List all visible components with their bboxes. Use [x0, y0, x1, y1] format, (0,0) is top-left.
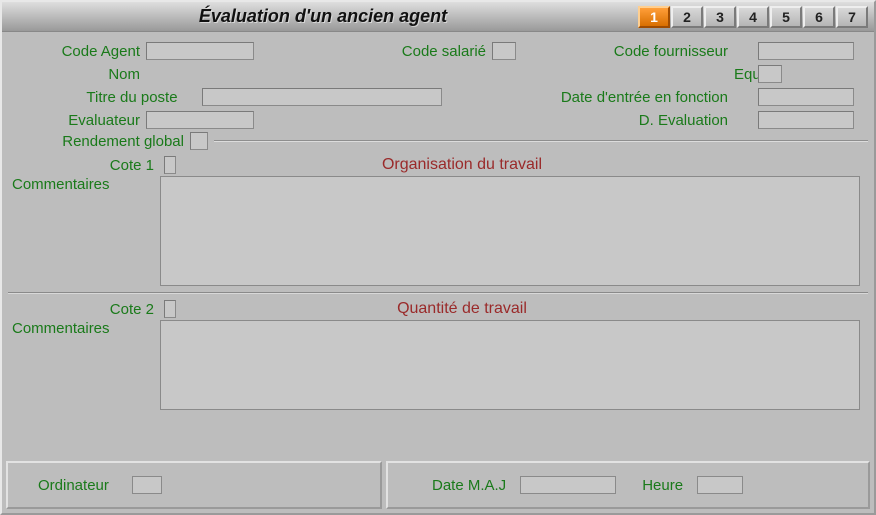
row-rendement-global: Rendement global [8, 132, 868, 150]
label-evaluateur: Evaluateur [8, 112, 146, 129]
tab-1[interactable]: 1 [638, 6, 670, 28]
tab-6[interactable]: 6 [803, 6, 835, 28]
title-bar: Évaluation d'un ancien agent 1 2 3 4 5 6… [2, 2, 874, 32]
field-rendement-global[interactable] [190, 132, 208, 150]
field-comment1[interactable] [160, 176, 860, 286]
label-code-agent: Code Agent [8, 43, 146, 60]
tab-2[interactable]: 2 [671, 6, 703, 28]
label-cote1: Cote 1 [8, 157, 160, 174]
label-d-evaluation: D. Evaluation [558, 112, 734, 129]
tab-4[interactable]: 4 [737, 6, 769, 28]
row-comment2: Commentaires [8, 320, 868, 410]
field-titre-poste[interactable] [202, 88, 442, 106]
section-divider [8, 292, 868, 294]
field-evaluateur[interactable] [146, 111, 254, 129]
field-cote2[interactable] [164, 300, 176, 318]
label-commentaires2: Commentaires [8, 320, 160, 337]
heading-quantite: Quantité de travail [176, 300, 748, 318]
label-code-salarie: Code salarié [382, 43, 492, 60]
label-cote2: Cote 2 [8, 301, 160, 318]
row-cote1: Cote 1 Organisation du travail [8, 156, 868, 174]
label-nom: Nom [8, 66, 146, 83]
row-comment1: Commentaires [8, 176, 868, 286]
window-title: Évaluation d'un ancien agent [8, 6, 638, 27]
label-ordinateur: Ordinateur [22, 477, 132, 494]
field-date-maj[interactable] [520, 476, 616, 494]
footer-right: Date M.A.J Heure [386, 461, 870, 509]
field-code-fournisseur[interactable] [758, 42, 854, 60]
field-code-agent[interactable] [146, 42, 254, 60]
separator-line [214, 140, 868, 142]
label-code-fournisseur: Code fournisseur [558, 43, 734, 60]
field-code-salarie[interactable] [492, 42, 516, 60]
label-date-entree: Date d'entrée en fonction [526, 89, 734, 106]
label-equipe: Equipe [734, 66, 758, 83]
tab-3[interactable]: 3 [704, 6, 736, 28]
tab-7[interactable]: 7 [836, 6, 868, 28]
label-rendement-global: Rendement global [8, 133, 190, 150]
evaluation-window: Évaluation d'un ancien agent 1 2 3 4 5 6… [0, 0, 876, 515]
footer: Ordinateur Date M.A.J Heure [6, 461, 870, 509]
label-date-maj: Date M.A.J [432, 477, 512, 494]
form-body: Code Agent Code salarié Code fournisseur… [4, 32, 872, 453]
field-date-entree[interactable] [758, 88, 854, 106]
page-tabs: 1 2 3 4 5 6 7 [638, 6, 868, 28]
heading-organisation: Organisation du travail [176, 156, 748, 174]
field-heure[interactable] [697, 476, 743, 494]
label-commentaires1: Commentaires [8, 176, 160, 193]
header-grid: Code Agent Code salarié Code fournisseur… [8, 42, 868, 129]
row-cote2: Cote 2 Quantité de travail [8, 300, 868, 318]
field-d-evaluation[interactable] [758, 111, 854, 129]
field-comment2[interactable] [160, 320, 860, 410]
footer-left: Ordinateur [6, 461, 382, 509]
field-cote1[interactable] [164, 156, 176, 174]
field-equipe[interactable] [758, 65, 782, 83]
tab-5[interactable]: 5 [770, 6, 802, 28]
field-ordinateur[interactable] [132, 476, 162, 494]
label-heure: Heure [642, 477, 689, 494]
